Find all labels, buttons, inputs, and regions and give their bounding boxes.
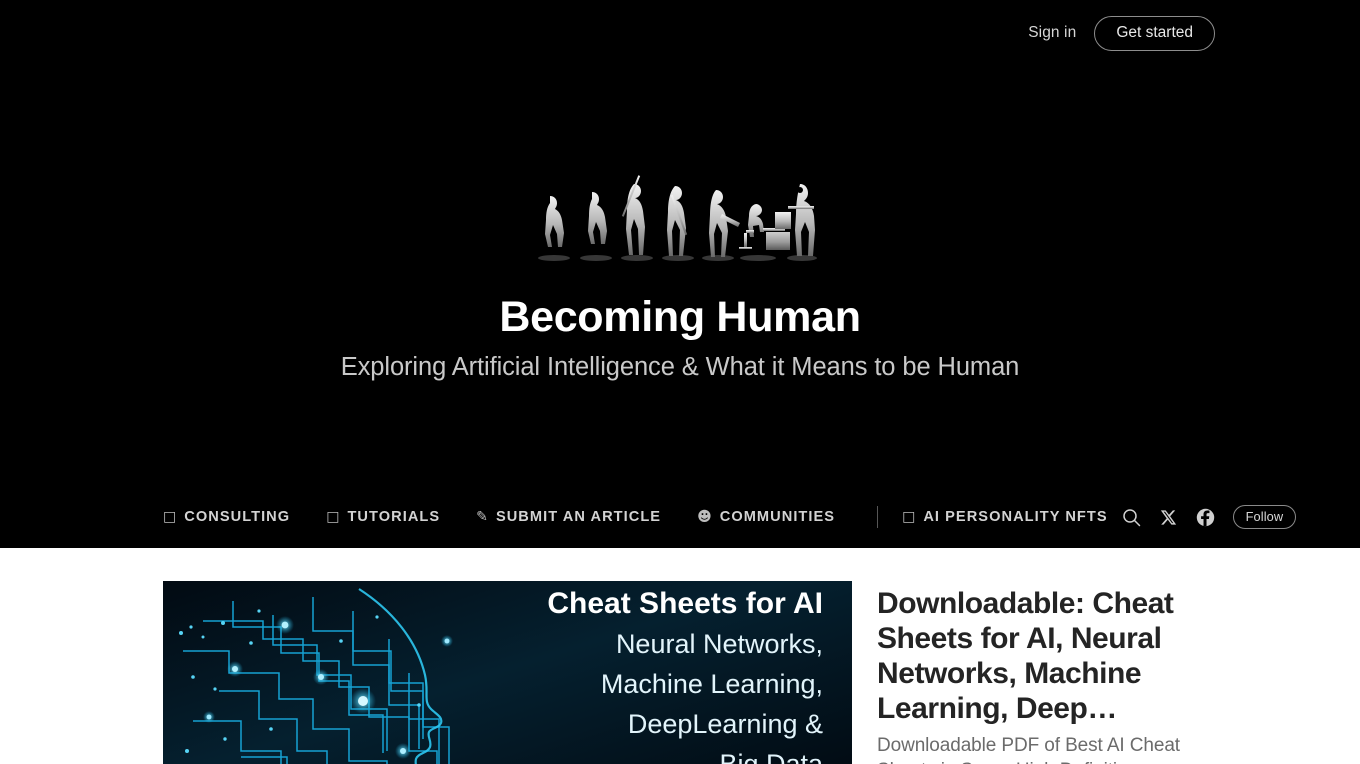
- nav-icons: Follow: [1122, 505, 1360, 529]
- nav-item-tutorials[interactable]: □ TUTORIALS: [326, 509, 458, 525]
- thumb-text-line4: DeepLearning &: [628, 709, 823, 739]
- site-header: Sign in Get started Becoming Human Explo…: [0, 0, 1360, 548]
- nav-label: SUBMIT AN ARTICLE: [495, 509, 662, 525]
- brand-block: Becoming Human Exploring Artificial Inte…: [0, 0, 1360, 382]
- featured-article-subtitle: Downloadable PDF of Best AI Cheat Sheets…: [877, 735, 1180, 764]
- nav-item-ai-personality-nfts[interactable]: □ AI PERSONALITY NFTS: [902, 509, 1108, 525]
- featured-article-body: Downloadable: Cheat Sheets for AI, Neura…: [877, 581, 1222, 764]
- nav-item-submit-an-article[interactable]: ✎ SUBMIT AN ARTICLE: [476, 509, 679, 525]
- featured-article-card[interactable]: Cheat Sheets for AI Neural Networks, Mac…: [163, 581, 1222, 764]
- thumb-text-line1: Cheat Sheets for AI: [547, 587, 823, 620]
- page-root: Sign in Get started Becoming Human Explo…: [0, 0, 1360, 764]
- nav-links: □ CONSULTING □ TUTORIALS ✎ SUBMIT AN ART…: [163, 506, 1108, 528]
- nav-divider: [877, 506, 879, 528]
- thumb-text-line3: Machine Learning,: [601, 669, 823, 699]
- nav-label: TUTORIALS: [347, 509, 441, 525]
- nav-label: AI PERSONALITY NFTS: [923, 509, 1108, 525]
- search-icon[interactable]: [1122, 507, 1142, 527]
- main-navigation: □ CONSULTING □ TUTORIALS ✎ SUBMIT AN ART…: [0, 486, 1360, 548]
- smiley-icon: ☻: [697, 509, 713, 525]
- featured-article-thumbnail[interactable]: Cheat Sheets for AI Neural Networks, Mac…: [163, 581, 852, 764]
- nav-item-communities[interactable]: ☻ COMMUNITIES: [697, 509, 853, 525]
- site-tagline: Exploring Artificial Intelligence & What…: [340, 353, 1020, 382]
- featured-article-title[interactable]: Downloadable: Cheat Sheets for AI, Neura…: [877, 586, 1222, 726]
- nft-icon: □: [902, 509, 917, 525]
- main-content: Cheat Sheets for AI Neural Networks, Mac…: [0, 548, 1360, 764]
- nav-item-consulting[interactable]: □ CONSULTING: [163, 509, 308, 525]
- thumb-text-line5: Big Data: [719, 749, 824, 764]
- thumb-text-line2: Neural Networks,: [616, 629, 823, 659]
- tutorials-icon: □: [326, 509, 341, 525]
- nav-label: CONSULTING: [184, 509, 291, 525]
- nav-label: COMMUNITIES: [719, 509, 836, 525]
- evolution-logo-icon[interactable]: [530, 170, 830, 265]
- pencil-icon: ✎: [476, 509, 489, 525]
- follow-button[interactable]: Follow: [1232, 505, 1297, 529]
- facebook-icon[interactable]: [1196, 507, 1216, 527]
- consulting-icon: □: [163, 509, 178, 525]
- x-twitter-icon[interactable]: [1159, 507, 1179, 527]
- site-title: Becoming Human: [499, 293, 861, 341]
